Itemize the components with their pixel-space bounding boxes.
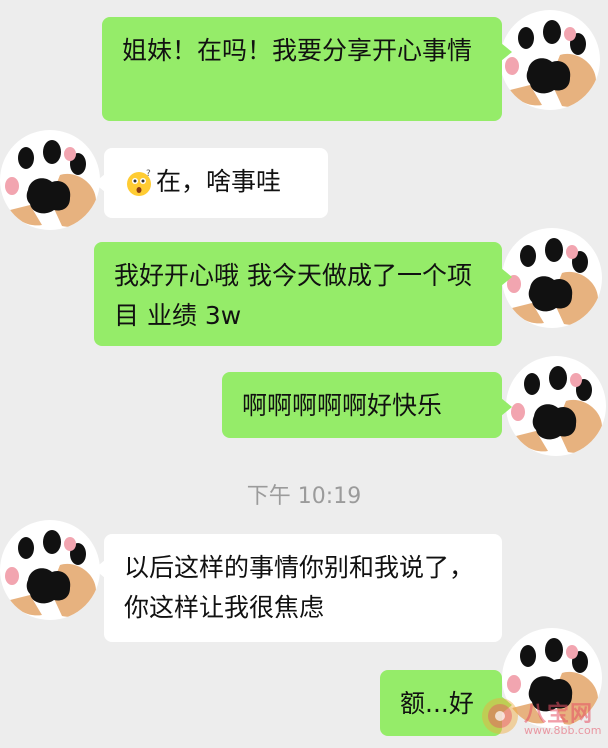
message-text: 姐妹！在吗！我要分享开心事情 [122, 36, 473, 65]
svg-text:?: ? [146, 169, 151, 179]
message-bubble-received[interactable]: ? 在，啥事哇 [94, 148, 328, 218]
message-bubble-received[interactable]: 以后这样的事情你别和我说了，你这样让我很焦虑 [94, 534, 502, 642]
message-bubble-sent[interactable]: 姐妹！在吗！我要分享开心事情 [102, 17, 512, 121]
avatar-me[interactable] [506, 356, 606, 456]
message-text: 我好开心哦 我今天做成了一个项目 业绩 3w [114, 261, 472, 330]
message-timestamp: 下午 10:19 [246, 484, 362, 509]
avatar-me[interactable] [502, 228, 602, 328]
cat-paw-icon [506, 356, 606, 456]
thinking-face-emoji-icon: ? [127, 169, 151, 196]
site-watermark: 八宝网 www.8bb.com [480, 694, 602, 740]
cat-paw-icon [0, 130, 100, 230]
cat-paw-icon [502, 228, 602, 328]
avatar-me[interactable] [500, 10, 600, 110]
avatar-friend[interactable] [0, 130, 100, 230]
cat-paw-icon [0, 520, 100, 620]
message-text: 额...好 [400, 689, 474, 718]
watermark-logo-icon [482, 698, 518, 734]
message-bubble-sent[interactable]: 我好开心哦 我今天做成了一个项目 业绩 3w [94, 242, 512, 346]
cat-paw-icon [500, 10, 600, 110]
watermark-url: www.8bb.com [524, 724, 602, 737]
avatar-friend[interactable] [0, 520, 100, 620]
message-bubble-sent[interactable]: 啊啊啊啊啊好快乐 [222, 372, 512, 438]
message-text: 以后这样的事情你别和我说了，你这样让我很焦虑 [124, 553, 475, 622]
message-text: 在，啥事哇 [156, 167, 282, 196]
message-text: 啊啊啊啊啊好快乐 [242, 391, 443, 420]
